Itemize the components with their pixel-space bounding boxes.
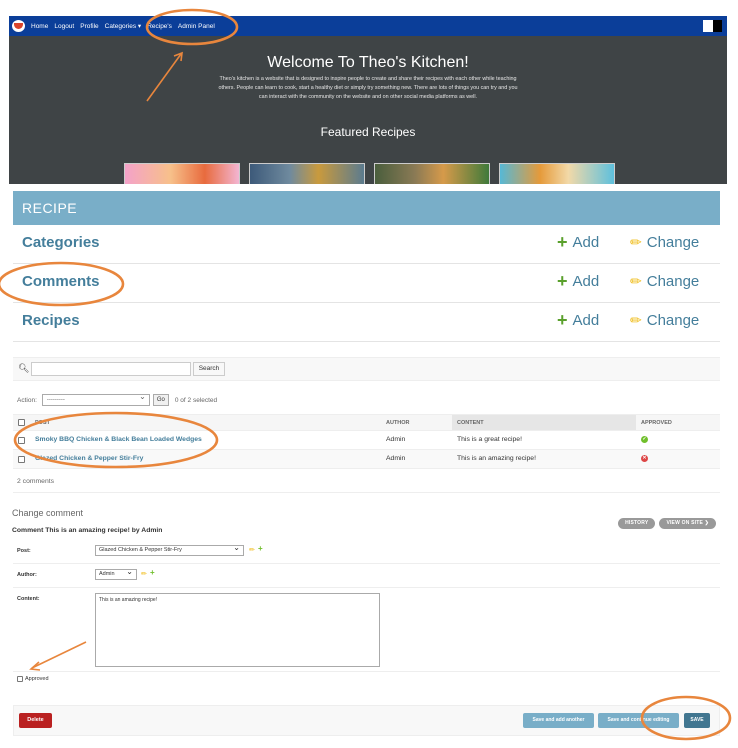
pencil-icon: ✏ <box>630 273 642 289</box>
action-label: Action: <box>17 396 37 404</box>
post-select[interactable]: Glazed Chicken & Pepper Stir-Fry <box>95 543 244 556</box>
approved-field: Approved <box>17 676 49 682</box>
model-row-recipes: Recipes + Add ✏ Change <box>13 303 720 342</box>
select-all-checkbox[interactable] <box>18 419 25 426</box>
nav-recipes[interactable]: Recipe's <box>147 23 172 30</box>
row-checkbox[interactable] <box>18 456 25 463</box>
search-toolbar: 🔍︎ Search <box>13 357 720 381</box>
actions-bar: Action: --------- Go 0 of 2 selected <box>17 392 218 406</box>
author-cell: Admin <box>386 455 406 462</box>
change-form-title: Change comment <box>12 508 84 518</box>
plus-icon: + <box>557 271 568 291</box>
content-cell: This is a great recipe! <box>457 436 522 443</box>
featured-recipe-image-2[interactable] <box>249 163 365 184</box>
categories-change-link[interactable]: ✏ Change <box>630 234 699 251</box>
edit-author-pencil-icon[interactable]: ✏ <box>141 570 147 578</box>
nav-logout[interactable]: Logout <box>54 23 74 30</box>
save-button[interactable]: SAVE <box>684 713 710 728</box>
featured-recipe-image-4[interactable] <box>499 163 615 184</box>
post-link[interactable]: Smoky BBQ Chicken & Black Bean Loaded We… <box>35 436 202 443</box>
search-input[interactable] <box>31 362 191 376</box>
action-select[interactable]: --------- <box>41 392 150 406</box>
content-cell: This is an amazing recipe! <box>457 455 536 462</box>
view-on-site-button[interactable]: VIEW ON SITE ❯ <box>659 518 716 529</box>
nav-profile[interactable]: Profile <box>80 23 98 30</box>
header-content[interactable]: CONTENT <box>457 420 484 426</box>
result-count: 2 comments <box>13 471 720 493</box>
module-caption[interactable]: RECIPE <box>13 191 720 225</box>
plus-icon: + <box>557 232 568 252</box>
search-button[interactable]: Search <box>193 362 225 376</box>
post-field-row: Post: Glazed Chicken & Pepper Stir-Fry ✏… <box>13 540 720 564</box>
model-link-recipes[interactable]: Recipes <box>22 312 80 329</box>
post-link[interactable]: Glazed Chicken & Pepper Stir-Fry <box>35 455 143 462</box>
nav-home[interactable]: Home <box>31 23 48 30</box>
pencil-icon: ✏ <box>630 234 642 250</box>
delete-button[interactable]: Delete <box>19 713 52 728</box>
author-field-label: Author: <box>17 572 37 578</box>
nav-admin-panel[interactable]: Admin Panel <box>178 23 215 30</box>
model-link-comments[interactable]: Comments <box>22 273 100 290</box>
approved-checkbox[interactable] <box>17 676 23 682</box>
recipes-change-link[interactable]: ✏ Change <box>630 312 699 329</box>
table-header: POST AUTHOR CONTENT APPROVED <box>13 414 720 431</box>
save-and-continue-button[interactable]: Save and continue editing <box>598 713 679 728</box>
author-select[interactable]: Admin <box>95 567 137 580</box>
recipes-add-link[interactable]: + Add <box>557 310 599 330</box>
hero-title: Welcome To Theo's Kitchen! <box>267 54 469 71</box>
save-and-add-another-button[interactable]: Save and add another <box>523 713 594 728</box>
header-author[interactable]: AUTHOR <box>386 420 410 426</box>
approved-yes-icon: ✓ <box>641 436 648 443</box>
model-link-categories[interactable]: Categories <box>22 234 100 251</box>
selection-counter: 0 of 2 selected <box>174 396 218 404</box>
change-form-subtitle: Comment This is an amazing recipe! by Ad… <box>12 527 163 534</box>
hero-description: Theo's kitchen is a website that is desi… <box>218 76 518 100</box>
categories-add-link[interactable]: + Add <box>557 232 599 252</box>
add-author-plus-icon[interactable]: + <box>150 568 155 577</box>
comments-add-link[interactable]: + Add <box>557 271 599 291</box>
post-field-label: Post: <box>17 548 31 554</box>
featured-heading: Featured Recipes <box>320 125 416 139</box>
content-field-row: Content: This is an amazing recipe! <box>13 588 720 672</box>
author-field-row: Author: Admin ✏ + <box>13 564 720 588</box>
approved-label: Approved <box>25 676 49 682</box>
recipe-app-module: RECIPE Categories + Add ✏ Change Comments … <box>13 191 720 342</box>
table-row: Glazed Chicken & Pepper Stir-Fry Admin T… <box>13 450 720 469</box>
model-row-categories: Categories + Add ✏ Change <box>13 225 720 264</box>
content-textarea[interactable]: This is an amazing recipe! <box>95 593 380 667</box>
author-cell: Admin <box>386 436 406 443</box>
site-logo[interactable] <box>12 20 25 32</box>
site-header-panel: Home Logout Profile Categories ▾ Recipe'… <box>9 16 727 184</box>
go-button[interactable]: Go <box>152 394 169 406</box>
approved-no-icon: ✕ <box>641 455 648 462</box>
history-button[interactable]: HISTORY <box>618 518 656 529</box>
theme-toggle[interactable] <box>703 20 722 32</box>
navbar: Home Logout Profile Categories ▾ Recipe'… <box>9 16 727 36</box>
add-post-plus-icon[interactable]: + <box>258 544 263 553</box>
table-row: Smoky BBQ Chicken & Black Bean Loaded We… <box>13 431 720 450</box>
nav-categories-dropdown[interactable]: Categories ▾ <box>105 22 142 30</box>
results-table: POST AUTHOR CONTENT APPROVED Smoky BBQ C… <box>13 414 720 469</box>
featured-recipe-image-1[interactable] <box>124 163 240 184</box>
content-field-label: Content: <box>17 596 40 602</box>
row-checkbox[interactable] <box>18 437 25 444</box>
search-icon: 🔍︎ <box>18 363 30 373</box>
comments-change-link[interactable]: ✏ Change <box>630 273 699 290</box>
pencil-icon: ✏ <box>630 312 642 328</box>
submit-row: Delete Save and add another Save and con… <box>13 705 720 736</box>
plus-icon: + <box>557 310 568 330</box>
header-approved[interactable]: APPROVED <box>641 420 672 426</box>
edit-post-pencil-icon[interactable]: ✏ <box>249 546 255 554</box>
object-tools: HISTORY VIEW ON SITE ❯ <box>614 518 716 529</box>
featured-recipe-image-3[interactable] <box>374 163 490 184</box>
model-row-comments: Comments + Add ✏ Change <box>13 264 720 303</box>
header-post[interactable]: POST <box>35 420 50 426</box>
